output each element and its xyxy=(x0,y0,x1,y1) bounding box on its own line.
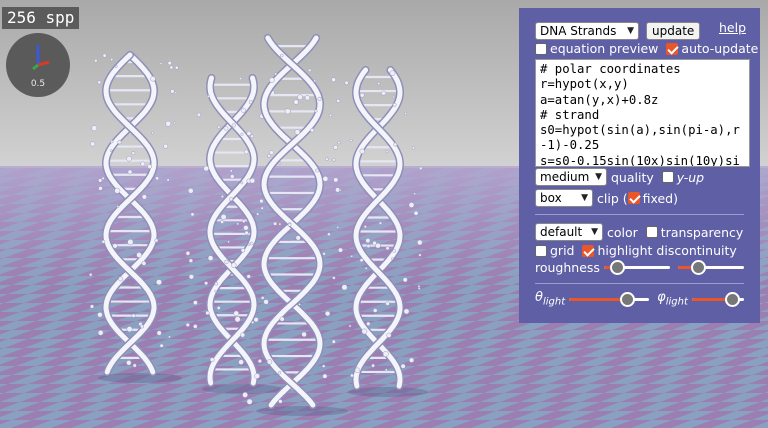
fixed-checkbox[interactable] xyxy=(627,192,640,204)
roughness-slider-2[interactable] xyxy=(677,259,744,275)
update-button[interactable]: update xyxy=(646,22,701,40)
phi-subscript: light xyxy=(665,296,688,308)
slider-thumb[interactable] xyxy=(725,291,741,307)
slider-thumb[interactable] xyxy=(690,260,706,275)
slider-fill xyxy=(569,297,627,301)
equation-preview-checkbox[interactable] xyxy=(535,42,547,55)
phi-light-slider[interactable] xyxy=(691,291,744,307)
roughness-label: roughness xyxy=(535,259,600,275)
theta-symbol: θ xyxy=(535,290,543,305)
highlight-discontinuity-label: highlight discontinuity xyxy=(597,243,737,258)
y-up-checkbox[interactable] xyxy=(661,171,674,183)
fixed-close-paren: ) xyxy=(673,190,679,206)
code-line: s0=hypot(sin(a),sin(pi-a),r xyxy=(540,123,740,138)
chevron-down-icon: ▼ xyxy=(591,227,598,237)
transparency-checkbox[interactable] xyxy=(645,226,658,238)
color-select[interactable]: default ▼ xyxy=(535,223,603,241)
help-link[interactable]: help xyxy=(719,20,746,35)
theta-light-slider[interactable] xyxy=(569,291,650,307)
slider-thumb[interactable] xyxy=(610,260,626,275)
code-line: s=s0-0.15sin(10x)sin(10y)si xyxy=(540,153,740,167)
grid-label: grid xyxy=(550,243,575,258)
y-up-label: y-up xyxy=(676,169,705,185)
chevron-down-icon: ▼ xyxy=(627,26,634,36)
quality-label: quality xyxy=(611,169,654,185)
clip-label: clip ( xyxy=(597,190,628,206)
theta-light-label: θlight xyxy=(535,290,565,308)
panel-divider xyxy=(535,283,744,284)
theta-subscript: light xyxy=(542,296,566,308)
quality-select[interactable]: medium ▼ xyxy=(535,168,607,186)
equation-preview-label: equation preview xyxy=(550,41,659,56)
auto-update-label: auto-update xyxy=(681,41,759,56)
phi-light-label: φlight xyxy=(657,290,688,308)
control-panel: DNA Strands ▼ update help equation previ… xyxy=(519,8,760,323)
chevron-down-icon: ▼ xyxy=(581,193,588,203)
code-line: a=atan(y,x)+0.8z xyxy=(540,92,659,107)
highlight-discontinuity-checkbox[interactable] xyxy=(582,244,595,257)
color-label: color xyxy=(607,224,638,240)
equation-code-editor[interactable]: # polar coordinates r=hypot(x,y) a=atan(y,… xyxy=(535,59,750,167)
slider-thumb[interactable] xyxy=(619,291,635,307)
panel-divider xyxy=(535,214,744,215)
phi-symbol: φ xyxy=(657,290,666,305)
fixed-label: fixed xyxy=(642,190,674,206)
quality-select-value: medium xyxy=(540,170,590,184)
grid-checkbox[interactable] xyxy=(535,244,547,257)
code-line: # strand xyxy=(540,107,600,122)
preset-select-value: DNA Strands xyxy=(540,24,617,38)
code-line: -1)-0.25 xyxy=(540,138,600,153)
auto-update-checkbox[interactable] xyxy=(666,42,679,55)
clip-select[interactable]: box ▼ xyxy=(535,189,593,207)
code-line: # polar coordinates xyxy=(540,62,681,76)
transparency-label: transparency xyxy=(660,224,744,240)
clip-select-value: box xyxy=(540,191,562,205)
samples-per-pixel-counter: 256 spp xyxy=(2,7,80,29)
chevron-down-icon: ▼ xyxy=(595,172,602,182)
roughness-slider-1[interactable] xyxy=(603,259,670,275)
preset-select[interactable]: DNA Strands ▼ xyxy=(535,22,639,40)
gizmo-scale-label: 0.5 xyxy=(30,79,46,89)
code-line: r=hypot(x,y) xyxy=(540,77,629,92)
color-select-value: default xyxy=(540,225,583,239)
